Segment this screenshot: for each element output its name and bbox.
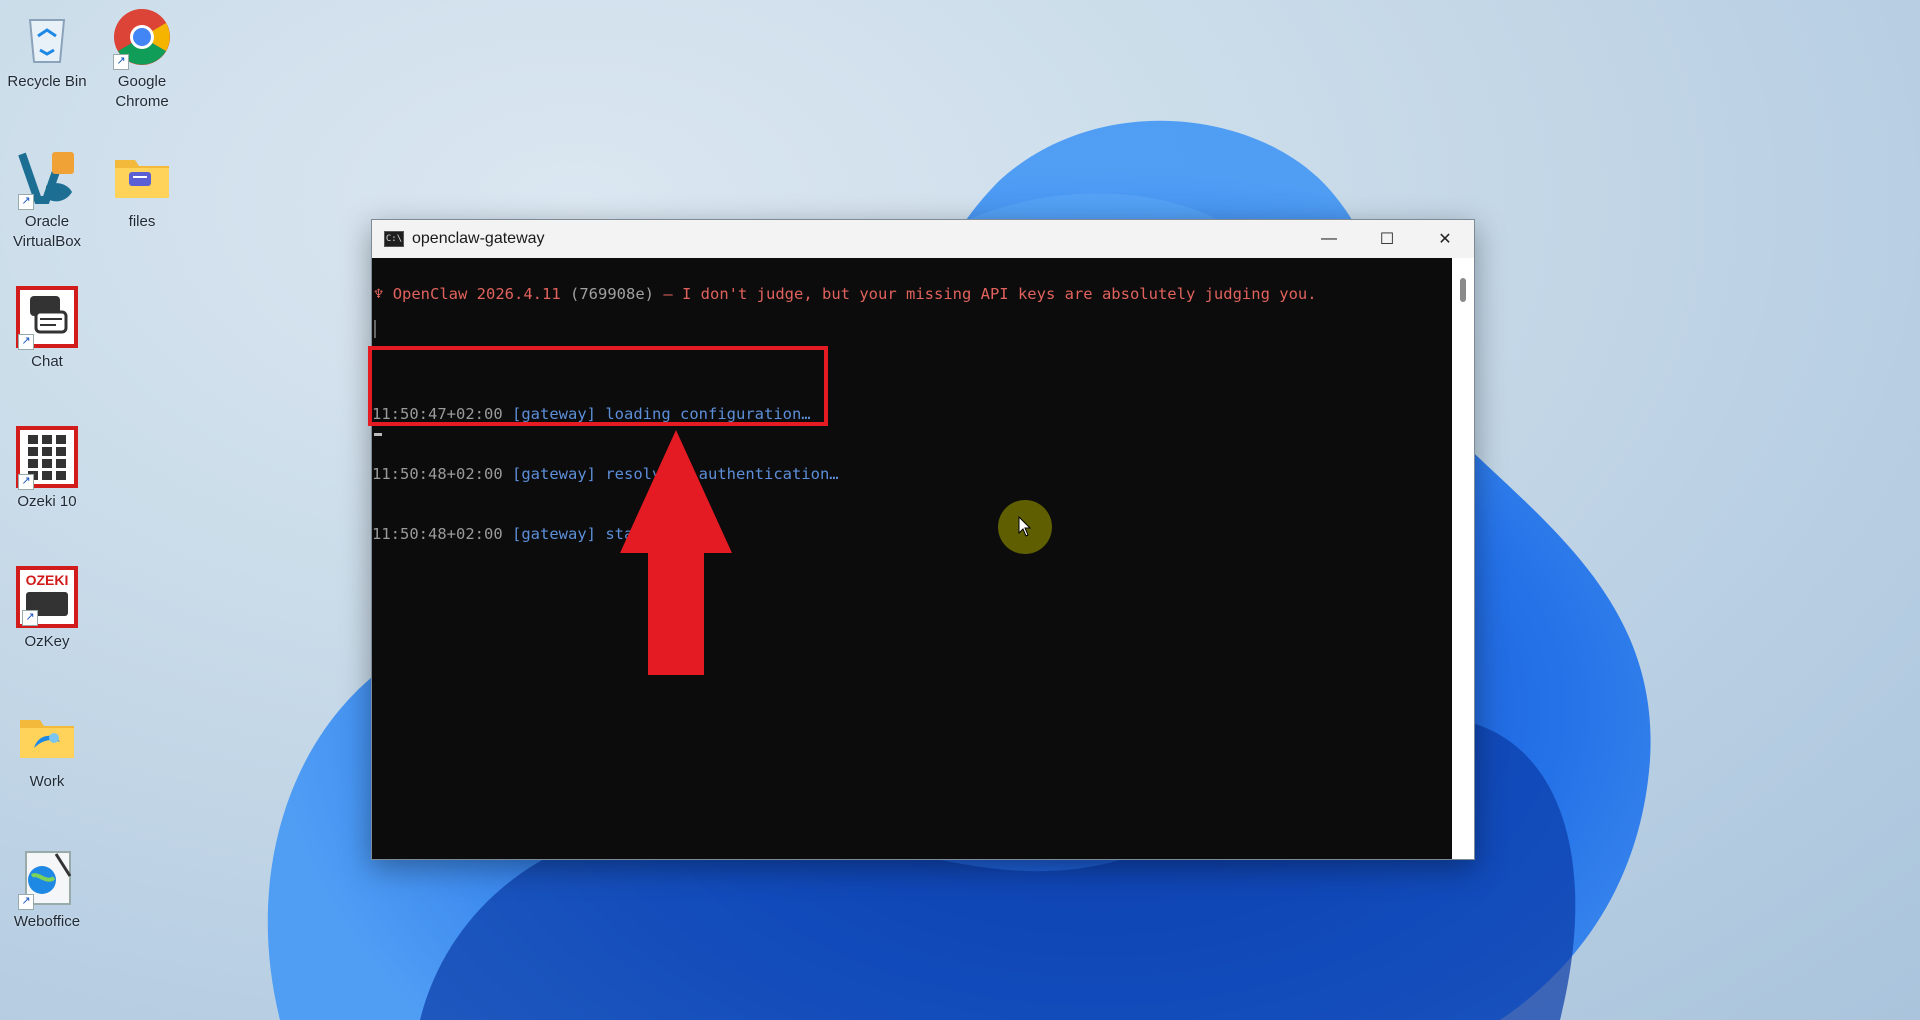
desktop-icon-chat[interactable]: ↗ Chat xyxy=(7,286,87,372)
vertical-scrollbar[interactable] xyxy=(1452,258,1474,859)
log-line: 11:50:48+02:00 [gateway] resolving authe… xyxy=(372,464,839,484)
folder-icon xyxy=(111,146,173,208)
maximize-button[interactable]: ☐ xyxy=(1358,220,1416,258)
virtualbox-icon: ↗ xyxy=(16,146,78,210)
shortcut-arrow-icon: ↗ xyxy=(18,194,34,210)
ozkey-icon: OZEKI ↗ xyxy=(16,566,78,628)
terminal-window[interactable]: C:\ openclaw-gateway — ☐ ✕ ♆ OpenClaw 20… xyxy=(371,219,1475,860)
highlight-box xyxy=(368,346,828,426)
desktop-icon-label: Google Chrome xyxy=(115,73,169,110)
window-title: openclaw-gateway xyxy=(412,230,545,247)
banner-product: OpenClaw 2026.4.11 xyxy=(392,285,561,303)
minimize-button[interactable]: — xyxy=(1300,220,1358,258)
desktop-icon-label: Ozeki 10 xyxy=(17,493,77,510)
shortcut-arrow-icon: ↗ xyxy=(18,894,34,910)
log-line: 11:50:48+02:00 [gateway] starting... xyxy=(372,524,839,544)
window-titlebar[interactable]: C:\ openclaw-gateway — ☐ ✕ xyxy=(372,220,1474,258)
desktop-icon-ozeki-10[interactable]: ↗ Ozeki 10 xyxy=(7,426,87,512)
desktop-icon-ozkey[interactable]: OZEKI ↗ OzKey xyxy=(7,566,87,652)
desktop-icon-label: Weboffice xyxy=(13,913,81,930)
shortcut-arrow-icon: ↗ xyxy=(18,334,34,350)
weboffice-icon: ↗ xyxy=(16,846,78,910)
desktop-icon-oracle-virtualbox[interactable]: ↗ Oracle VirtualBox xyxy=(7,146,87,252)
shortcut-arrow-icon: ↗ xyxy=(22,610,38,626)
desktop-icon-work[interactable]: Work xyxy=(7,706,87,792)
close-button[interactable]: ✕ xyxy=(1416,220,1474,258)
text-cursor xyxy=(374,320,376,338)
desktop-icon-weboffice[interactable]: ↗ Weboffice xyxy=(7,846,87,932)
folder-icon xyxy=(16,706,78,768)
desktop-icon-recycle-bin[interactable]: Recycle Bin xyxy=(7,6,87,92)
ozeki-keypad-icon: ↗ xyxy=(16,426,78,490)
banner-tagline: — I don't judge, but your missing API ke… xyxy=(663,285,1317,303)
log-tag: [gateway] xyxy=(512,465,596,483)
up-arrow-icon xyxy=(620,430,732,675)
log-timestamp: 11:50:48+02:00 xyxy=(372,525,503,543)
desktop-icon-label: Chat xyxy=(31,353,63,370)
window-controls: — ☐ ✕ xyxy=(1300,220,1474,258)
shortcut-arrow-icon: ↗ xyxy=(113,54,129,70)
openclaw-banner: ♆ OpenClaw 2026.4.11 (769908e) — I don't… xyxy=(374,284,1317,304)
shortcut-arrow-icon: ↗ xyxy=(18,474,34,490)
scrollbar-thumb[interactable] xyxy=(1460,278,1466,302)
console-icon: C:\ xyxy=(384,231,404,247)
desktop-icon-label: OzKey xyxy=(24,633,70,650)
log-timestamp: 11:50:48+02:00 xyxy=(372,465,503,483)
desktop-icon-label: Oracle VirtualBox xyxy=(12,213,82,250)
recycle-bin-icon xyxy=(16,6,78,68)
openclaw-logo-icon: ♆ xyxy=(374,285,384,303)
input-cursor xyxy=(374,433,382,436)
desktop-icon-label: Recycle Bin xyxy=(7,73,87,90)
desktop-icon-google-chrome[interactable]: ↗ Google Chrome xyxy=(102,6,182,112)
banner-hash: (769908e) xyxy=(570,285,655,303)
chat-icon: ↗ xyxy=(16,286,78,350)
log-tag: [gateway] xyxy=(512,525,596,543)
chrome-icon: ↗ xyxy=(111,6,173,70)
desktop-icon-files[interactable]: files xyxy=(102,146,182,232)
mouse-pointer-icon xyxy=(1018,516,1032,537)
desktop-icon-label: Work xyxy=(29,773,65,790)
desktop-icon-label: files xyxy=(128,213,156,230)
ozeki-logo-text: OZEKI xyxy=(25,572,69,588)
